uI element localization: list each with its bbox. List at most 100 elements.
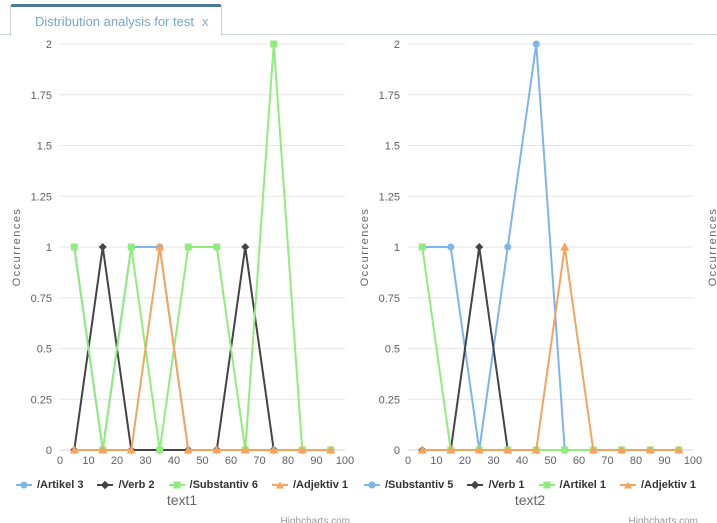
chart-legend: /Artikel 3/Verb 2/Substantiv 6/Adjektiv … <box>8 477 356 493</box>
series-marker <box>561 447 568 454</box>
legend-item[interactable]: /Verb 1 <box>467 479 524 491</box>
tab-bar: Distribution analysis for test x <box>0 0 717 36</box>
x-tick-label: 100 <box>684 455 702 467</box>
triangle-marker-icon <box>620 484 636 486</box>
series-marker <box>185 244 192 251</box>
square-glyph <box>173 482 180 489</box>
circle-glyph <box>368 482 375 489</box>
y-tick-label: 1.5 <box>385 141 400 153</box>
charts-row: Occurrences00.250.50.7511.251.51.7520102… <box>0 36 717 523</box>
legend-label: /Adjektiv 1 <box>641 479 696 491</box>
legend-label: /Substantiv 6 <box>190 479 258 491</box>
legend-label: /Artikel 3 <box>37 479 83 491</box>
diamond-glyph <box>471 481 479 489</box>
legend-label: /Artikel 1 <box>560 479 606 491</box>
x-tick-label: 20 <box>459 455 471 467</box>
tab-distribution-analysis[interactable]: Distribution analysis for test x <box>10 4 222 36</box>
x-tick-label: 30 <box>139 455 151 467</box>
y-tick-label: 1.75 <box>31 90 52 102</box>
highcharts-credits-link[interactable]: Highcharts.com <box>629 516 698 523</box>
x-tick-label: 40 <box>516 455 528 467</box>
legend-item[interactable]: /Artikel 3 <box>16 479 83 491</box>
x-tick-label: 0 <box>405 455 411 467</box>
series-marker <box>156 447 163 454</box>
tab-title: Distribution analysis for test <box>35 14 194 29</box>
series-marker <box>128 244 135 251</box>
y-tick-label: 0.25 <box>31 394 52 406</box>
y-axis-title: Occurrences <box>359 208 371 287</box>
series-marker <box>447 244 454 251</box>
legend-label: /Verb 2 <box>118 479 154 491</box>
series-marker <box>475 243 483 251</box>
y-tick-label: 1.5 <box>37 141 52 153</box>
legend-label: /Adjektiv 1 <box>293 479 348 491</box>
square-glyph <box>543 482 550 489</box>
tab-close-icon[interactable]: x <box>202 14 209 29</box>
chart-title: text2 <box>356 492 704 508</box>
highcharts-credits-link[interactable]: Highcharts.com <box>281 516 350 523</box>
series-marker <box>213 244 220 251</box>
x-tick-label: 30 <box>487 455 499 467</box>
circle-marker-icon <box>364 484 380 486</box>
chart-partial: Occurrences <box>704 36 717 523</box>
x-tick-label: 50 <box>196 455 208 467</box>
legend-item[interactable]: /Substantiv 5 <box>364 479 453 491</box>
diamond-glyph <box>101 481 109 489</box>
legend-item[interactable]: /Adjektiv 1 <box>272 479 348 491</box>
chart-text2: Occurrences00.250.50.7511.251.51.7520102… <box>356 36 704 523</box>
series-marker <box>533 41 540 48</box>
x-tick-label: 10 <box>430 455 442 467</box>
series-marker <box>504 244 511 251</box>
square-marker-icon <box>539 484 555 486</box>
y-tick-label: 0 <box>394 445 400 457</box>
x-tick-label: 100 <box>336 455 354 467</box>
legend-item[interactable]: /Adjektiv 1 <box>620 479 696 491</box>
y-tick-label: 1.25 <box>379 191 400 203</box>
y-axis-title: Occurrences <box>11 208 23 287</box>
series-marker <box>71 244 78 251</box>
diamond-marker-icon <box>467 484 483 486</box>
chart-svg: Occurrences <box>704 36 717 476</box>
y-tick-label: 0.5 <box>385 344 400 356</box>
x-tick-label: 70 <box>253 455 265 467</box>
series-marker <box>241 243 249 251</box>
y-tick-label: 1.75 <box>379 90 400 102</box>
y-tick-label: 1 <box>46 242 52 254</box>
x-tick-label: 60 <box>573 455 585 467</box>
y-tick-label: 1.25 <box>31 191 52 203</box>
legend-label: /Substantiv 5 <box>385 479 453 491</box>
legend-label: /Verb 1 <box>488 479 524 491</box>
series-marker <box>419 244 426 251</box>
y-tick-label: 0 <box>46 445 52 457</box>
diamond-marker-icon <box>97 484 113 486</box>
x-tick-label: 90 <box>310 455 322 467</box>
y-axis-title: Occurrences <box>707 208 717 287</box>
x-tick-label: 40 <box>168 455 180 467</box>
triangle-glyph <box>624 482 632 489</box>
x-tick-label: 10 <box>82 455 94 467</box>
series-marker <box>270 41 277 48</box>
x-tick-label: 60 <box>225 455 237 467</box>
y-tick-label: 0.5 <box>37 344 52 356</box>
x-tick-label: 70 <box>601 455 613 467</box>
x-tick-label: 20 <box>111 455 123 467</box>
legend-item[interactable]: /Artikel 1 <box>539 479 606 491</box>
chart-text1: Occurrences00.250.50.7511.251.51.7520102… <box>8 36 356 523</box>
chart-svg: Occurrences00.250.50.7511.251.51.7520102… <box>8 36 356 476</box>
y-tick-label: 2 <box>394 39 400 51</box>
square-marker-icon <box>169 484 185 486</box>
legend-item[interactable]: /Substantiv 6 <box>169 479 258 491</box>
y-tick-label: 0.75 <box>379 293 400 305</box>
y-tick-label: 0.25 <box>379 394 400 406</box>
x-tick-label: 90 <box>658 455 670 467</box>
chart-legend: /Substantiv 5/Verb 1/Artikel 1/Adjektiv … <box>356 477 704 493</box>
x-tick-label: 80 <box>282 455 294 467</box>
legend-item[interactable]: /Verb 2 <box>97 479 154 491</box>
triangle-glyph <box>276 482 284 489</box>
triangle-marker-icon <box>272 484 288 486</box>
x-tick-label: 80 <box>630 455 642 467</box>
chart-svg: Occurrences00.250.50.7511.251.51.7520102… <box>356 36 704 476</box>
circle-glyph <box>20 482 27 489</box>
y-tick-label: 1 <box>394 242 400 254</box>
x-tick-label: 50 <box>544 455 556 467</box>
